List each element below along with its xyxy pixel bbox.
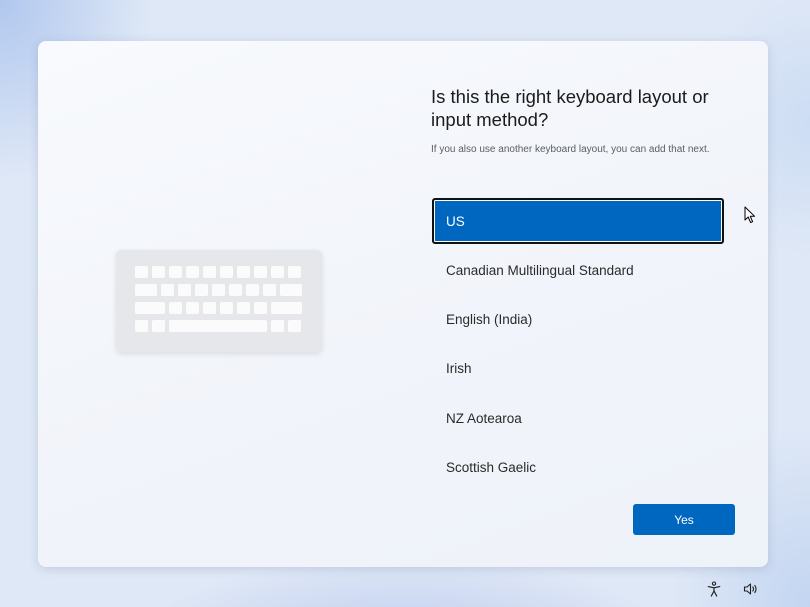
keyboard-layout-list[interactable]: US Canadian Multilingual Standard Englis…	[432, 198, 724, 494]
volume-icon[interactable]	[743, 581, 759, 597]
dialog-title: Is this the right keyboard layout or inp…	[431, 86, 709, 130]
yes-button[interactable]: Yes	[633, 504, 735, 535]
dialog-subtitle: If you also use another keyboard layout,…	[431, 144, 710, 155]
layout-option-scottish-gaelic[interactable]: Scottish Gaelic	[432, 444, 724, 490]
layout-option-us[interactable]: US	[432, 198, 724, 244]
oobe-dialog: Is this the right keyboard layout or inp…	[38, 41, 768, 567]
keyboard-illustration-icon	[116, 250, 322, 352]
layout-option-english-india[interactable]: English (India)	[432, 297, 724, 343]
layout-option-nz-aotearoa[interactable]: NZ Aotearoa	[432, 395, 724, 441]
accessibility-icon[interactable]	[706, 581, 722, 597]
layout-option-irish[interactable]: Irish	[432, 346, 724, 392]
mouse-pointer-icon	[744, 206, 756, 224]
layout-option-canadian-multilingual[interactable]: Canadian Multilingual Standard	[432, 247, 724, 293]
